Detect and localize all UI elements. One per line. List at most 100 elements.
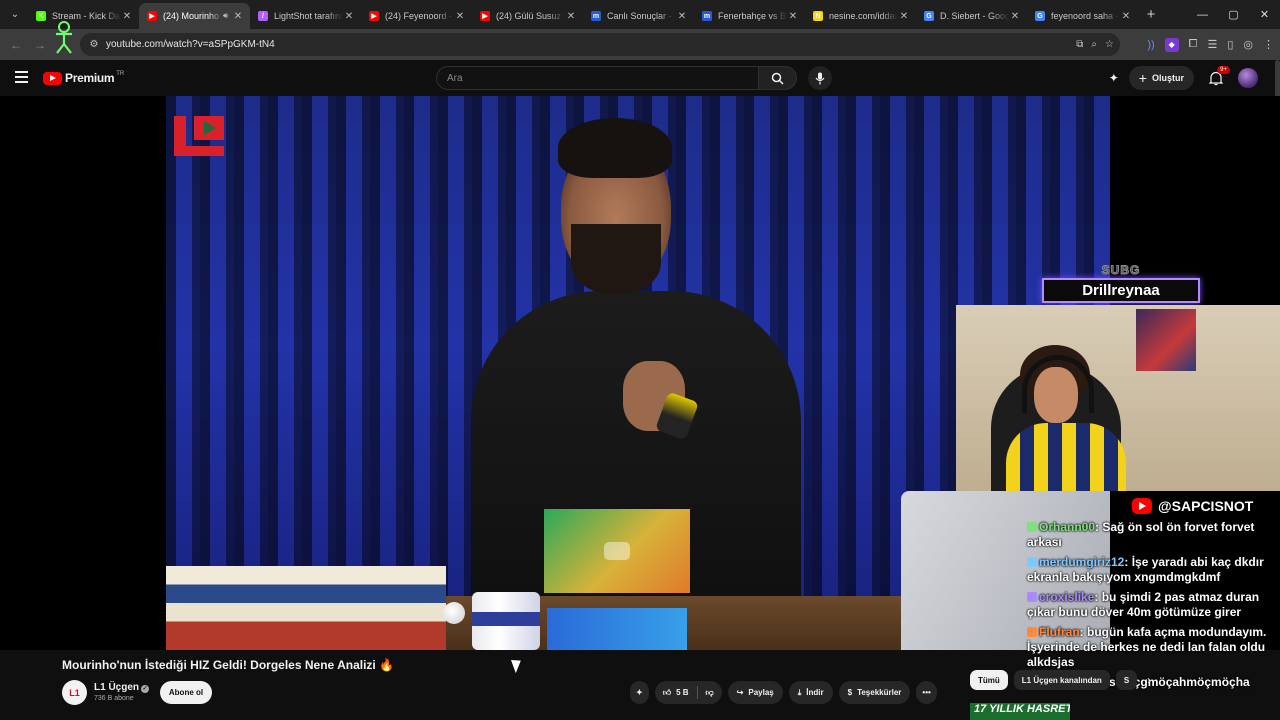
- microphone-icon: [815, 72, 825, 84]
- browser-tab[interactable]: ▶ (24) Feyenoord - ✕: [361, 3, 472, 29]
- site-info-icon[interactable]: ⚙: [84, 39, 104, 50]
- media-controls-icon[interactable]: ☰: [1207, 38, 1217, 51]
- blue-book: [547, 608, 687, 650]
- tab-close-icon[interactable]: ✕: [787, 11, 799, 22]
- play-button-award: [544, 509, 690, 593]
- tab-title: (24) Feyenoord -: [385, 11, 453, 21]
- video-actions: ✦ 👍︎ 5 B 👎︎ ↪ Paylaş ⤓ İndir $ Teşekkürler •…: [630, 681, 937, 704]
- chat-badge-icon: [1027, 522, 1037, 532]
- browser-tab[interactable]: / LightShot tarafında ✕: [250, 3, 361, 29]
- chat-badge-icon: [1027, 557, 1037, 567]
- tab-close-icon[interactable]: ✕: [898, 11, 910, 22]
- search-button[interactable]: [759, 66, 797, 90]
- tab-title: Canlı Sonuçlar -: [607, 11, 672, 21]
- ask-ai-button[interactable]: ✦: [630, 681, 649, 704]
- forward-button[interactable]: →: [28, 38, 52, 52]
- share-button[interactable]: ↪ Paylaş: [727, 681, 783, 704]
- maximize-button[interactable]: ▢: [1218, 0, 1249, 29]
- zoom-icon[interactable]: ⌕: [1091, 39, 1097, 50]
- create-label: Oluştur: [1151, 73, 1184, 83]
- account-avatar[interactable]: [1238, 68, 1258, 88]
- tab-favicon-icon: G: [1035, 11, 1045, 21]
- extensions-area: )) ◆ ⧠ ☰ ▯ ◎ ⋮: [1147, 33, 1274, 56]
- chip-all[interactable]: Tümü: [970, 670, 1008, 690]
- back-button[interactable]: ←: [4, 38, 28, 52]
- chip-channel[interactable]: L1 Üçgen kanalından: [1013, 670, 1110, 690]
- address-bar[interactable]: ⚙ youtube.com/watch?v=aSPpGKM-tN4 ⧉ ⌕ ☆: [80, 33, 1120, 56]
- chrome-menu-icon[interactable]: ⋮: [1263, 38, 1274, 51]
- tab-close-icon[interactable]: ✕: [121, 11, 133, 22]
- tab-close-icon[interactable]: ✕: [1120, 11, 1132, 22]
- new-tab-button[interactable]: +: [1138, 6, 1164, 23]
- sidepanel-icon[interactable]: ▯: [1227, 38, 1233, 51]
- browser-tab[interactable]: Nnesine.com/iddaa ✕: [805, 3, 916, 29]
- channel-name[interactable]: L1 Üçgen ✓: [94, 682, 150, 693]
- tab-close-icon[interactable]: ✕: [454, 11, 466, 22]
- profile-icon[interactable]: ◎: [1243, 38, 1253, 51]
- extension-icon[interactable]: )): [1147, 39, 1154, 51]
- share-label: Paylaş: [748, 688, 774, 697]
- video-title: Mourinho'nun İstediği HIZ Geldi! Dorgele…: [62, 658, 394, 672]
- verified-check-icon: ✓: [141, 685, 150, 693]
- tab-search-button[interactable]: ⌄: [2, 4, 28, 26]
- ai-assist-icon[interactable]: ✦: [1109, 71, 1119, 85]
- like-count: 5 B: [676, 688, 689, 697]
- browser-tab[interactable]: Gfeyenoord saha - ✕: [1027, 3, 1138, 29]
- sub-goal-name: Drillreynaa: [1042, 278, 1200, 303]
- tab-close-icon[interactable]: ✕: [676, 11, 688, 22]
- player-letterbox-left: [0, 96, 166, 650]
- install-app-icon[interactable]: ⧉: [1076, 39, 1083, 50]
- tab-title: (24) Mourinho: [163, 11, 220, 21]
- notifications-button[interactable]: 9+: [1204, 66, 1230, 90]
- more-actions-button[interactable]: •••: [916, 681, 937, 704]
- tab-close-icon[interactable]: ✕: [232, 11, 244, 22]
- subscribe-button[interactable]: Abone ol: [160, 681, 212, 704]
- chat-username: Flufran: [1039, 625, 1080, 639]
- green-figure-overlay-icon: [56, 21, 72, 54]
- channel-avatar[interactable]: L1: [62, 680, 87, 705]
- streamer-handle: @SAPCISNOT: [1132, 498, 1253, 514]
- like-dislike-group: 👍︎ 5 B 👎︎: [654, 681, 722, 704]
- thumbs-up-icon: 👍︎: [662, 687, 672, 697]
- tab-close-icon[interactable]: ✕: [1009, 11, 1021, 22]
- browser-tab[interactable]: G D. Siebert - Goog ✕: [916, 3, 1027, 29]
- tab-title: D. Siebert - Goog: [940, 11, 1009, 21]
- bookmark-star-icon[interactable]: ☆: [1105, 39, 1114, 50]
- fire-icon: 🔥: [379, 658, 395, 672]
- mini-football: [443, 602, 465, 624]
- youtube-premium-logo[interactable]: Premium TR: [43, 71, 124, 85]
- chevron-right-icon[interactable]: ›: [1147, 673, 1151, 687]
- thanks-button[interactable]: $ Teşekkürler: [838, 681, 911, 704]
- extension-purple-icon[interactable]: ◆: [1164, 37, 1179, 52]
- dislike-button[interactable]: 👎︎: [698, 681, 722, 704]
- like-button[interactable]: 👍︎ 5 B: [655, 681, 697, 704]
- thanks-label: Teşekkürler: [857, 688, 902, 697]
- chip-third[interactable]: S: [1115, 670, 1138, 690]
- channel-name-text[interactable]: L1 Üçgen: [94, 682, 139, 693]
- tab-title: LightShot tarafında: [274, 11, 343, 21]
- download-icon: ⤓: [797, 687, 802, 697]
- browser-toolbar: ← → ⚙ youtube.com/watch?v=aSPpGKM-tN4 ⧉ …: [0, 29, 1280, 60]
- browser-tab[interactable]: ▶ (24) Mourinho 🔊︎ ✕: [139, 3, 250, 29]
- close-window-button[interactable]: ✕: [1249, 0, 1280, 29]
- download-button[interactable]: ⤓ İndir: [788, 681, 833, 704]
- browser-tab[interactable]: ▶ (24) Gülü Susuz S ✕: [472, 3, 583, 29]
- tab-close-icon[interactable]: ✕: [565, 11, 577, 22]
- chat-username: merdumgiriz12: [1039, 555, 1125, 569]
- create-button[interactable]: + Oluştur: [1128, 66, 1194, 90]
- logo-region: TR: [116, 71, 125, 77]
- guide-menu-icon[interactable]: [15, 71, 28, 83]
- chat-message: merdumgiriz12: İşe yaradı abi kaç dkdır …: [1027, 555, 1277, 585]
- search-input[interactable]: Ara: [436, 66, 759, 90]
- tab-audio-icon[interactable]: 🔊︎: [223, 11, 228, 21]
- youtube-small-icon: [1132, 498, 1152, 514]
- url-text[interactable]: youtube.com/watch?v=aSPpGKM-tN4: [106, 39, 275, 50]
- tab-close-icon[interactable]: ✕: [343, 11, 355, 22]
- browser-tab[interactable]: K Stream - Kick Das ✕: [28, 3, 139, 29]
- browser-tab[interactable]: m Canlı Sonuçlar - ✕: [583, 3, 694, 29]
- extensions-puzzle-icon[interactable]: ⧠: [1189, 38, 1198, 51]
- browser-tab[interactable]: m Fenerbahçe vs Be ✕: [694, 3, 805, 29]
- minimize-button[interactable]: —: [1187, 0, 1218, 29]
- voice-search-button[interactable]: [808, 66, 832, 90]
- window-controls: — ▢ ✕: [1187, 0, 1280, 29]
